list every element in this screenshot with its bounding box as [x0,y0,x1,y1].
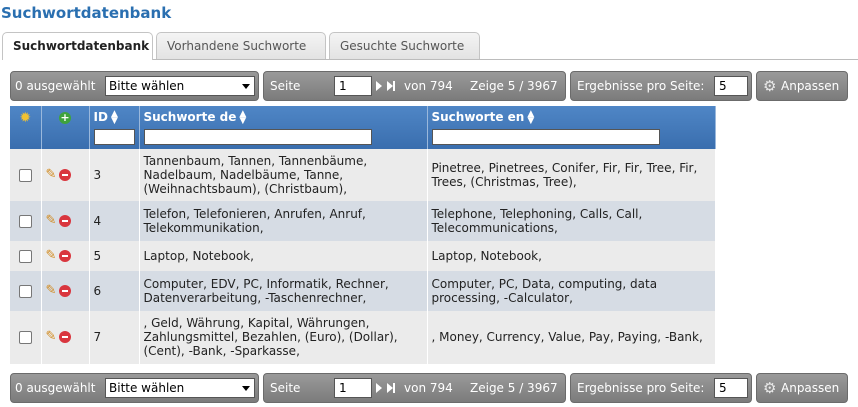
per-page-group: Ergebnisse pro Seite: 5 [570,373,752,403]
filter-en-input[interactable] [431,128,660,145]
table-row: ✎ 5 Laptop, Notebook, Laptop, Notebook, [10,240,716,271]
cell-de: Tannenbaum, Tannen, Tannenbäume, Nadelba… [139,148,428,201]
table-row: ✎ 3 Tannenbaum, Tannen, Tannenbäume, Nad… [10,148,716,201]
cell-en: Laptop, Notebook, [427,240,716,271]
tab-gesuchte-suchworte[interactable]: Gesuchte Suchworte [329,32,480,59]
bulk-action-select[interactable]: Bitte wählen [105,378,255,398]
row-checkbox[interactable] [18,284,32,298]
next-page-icon[interactable] [376,383,382,393]
pagination-group: Seite 1 von 794 Zeige 5 / 3967 [263,71,566,101]
cell-en: Computer, PC, Data, computing, data proc… [427,270,716,311]
page-title: Suchwortdatenbank [1,4,172,22]
gear-icon: ⚙ [763,379,777,397]
sort-icon[interactable]: ▲ ▼ [527,109,534,125]
bulk-action-value: Bitte wählen [109,79,185,93]
cell-de: , Geld, Währung, Kapital, Währungen, Zah… [139,310,428,364]
delete-icon[interactable] [59,168,72,181]
showing-count: Zeige 5 / 3967 [470,79,558,93]
pencil-icon[interactable]: ✎ [46,283,57,298]
customize-button[interactable]: ⚙ Anpassen [756,373,848,403]
delete-icon[interactable] [59,249,72,262]
cell-id: 6 [89,270,140,311]
filter-id-input[interactable] [93,128,135,145]
per-page-label: Ergebnisse pro Seite: [577,79,705,93]
pencil-icon[interactable]: ✎ [46,248,57,263]
last-page-bar-icon [393,383,395,393]
cell-de: Laptop, Notebook, [139,240,428,271]
bulk-action-group: 0 ausgewählt Bitte wählen [10,71,259,101]
row-checkbox[interactable] [18,331,32,344]
cell-de: Computer, EDV, PC, Informatik, Rechner, … [139,270,428,311]
delete-icon[interactable] [59,214,72,227]
total-pages: von 794 [404,79,453,93]
showing-count: Zeige 5 / 3967 [470,381,558,395]
header-id-label: ID [93,110,108,124]
per-page-label: Ergebnisse pro Seite: [577,381,705,395]
last-page-bar-icon [393,81,395,91]
cell-de: Telefon, Telefonieren, Anrufen, Anruf, T… [139,200,428,241]
table-header-row: ✹ + ID ▲ ▼ Suchworte de ▲ ▼ Suchworte en ▲ ▼ [10,106,716,149]
bulk-action-group: 0 ausgewählt Bitte wählen [10,373,259,403]
row-checkbox[interactable] [18,249,32,263]
filter-de-input[interactable] [143,128,372,145]
customize-button[interactable]: ⚙ Anpassen [756,71,848,101]
table-row: ✎ 4 Telefon, Telefonieren, Anrufen, Anru… [10,200,716,241]
header-de-label: Suchworte de [143,110,237,124]
chevron-down-icon [242,386,250,391]
per-page-group: Ergebnisse pro Seite: 5 [570,71,752,101]
selected-count: 0 ausgewählt [15,381,96,395]
header-en-label: Suchworte en [431,110,525,124]
chevron-down-icon [242,84,250,89]
cell-id: 7 [89,310,140,364]
row-checkbox[interactable] [18,168,32,182]
row-checkbox[interactable] [18,214,32,228]
total-pages: von 794 [404,381,453,395]
cell-id: 4 [89,200,140,241]
pencil-icon[interactable]: ✎ [46,330,57,344]
page-label: Seite [270,79,301,93]
tab-vorhandene-suchworte[interactable]: Vorhandene Suchworte [156,32,326,59]
next-page-icon[interactable] [376,81,382,91]
header-en[interactable]: Suchworte en ▲ ▼ [427,106,716,149]
search-term-table: ✹ + ID ▲ ▼ Suchworte de ▲ ▼ Suchworte en ▲ ▼ ✎… [10,106,716,364]
tab-suchwortdatenbank[interactable]: Suchwortdatenbank [2,32,153,60]
delete-icon[interactable] [59,284,72,297]
header-add[interactable]: + [41,106,90,149]
header-de[interactable]: Suchworte de ▲ ▼ [139,106,428,149]
sort-icon[interactable]: ▲ ▼ [111,109,118,125]
tab-bar: Suchwortdatenbank Vorhandene Suchworte G… [2,32,858,60]
customize-label: Anpassen [781,381,840,395]
add-icon: + [59,111,71,124]
page-input[interactable]: 1 [334,76,372,96]
table-row: ✎ 6 Computer, EDV, PC, Informatik, Rechn… [10,270,716,311]
header-select-all[interactable]: ✹ [10,106,42,149]
per-page-input[interactable]: 5 [714,76,748,96]
page-input[interactable]: 1 [334,378,372,398]
bulk-action-select[interactable]: Bitte wählen [105,76,255,96]
delete-icon[interactable] [59,331,72,344]
cell-en: Pinetree, Pinetrees, Conifer, Fir, Fir, … [427,148,716,201]
pagination-group: Seite 1 von 794 Zeige 5 / 3967 [263,373,566,403]
cell-en: Telephone, Telephoning, Calls, Call, Tel… [427,200,716,241]
selected-count: 0 ausgewählt [15,79,96,93]
page-label: Seite [270,381,301,395]
per-page-input[interactable]: 5 [714,378,748,398]
cell-en: , Money, Currency, Value, Pay, Paying, -… [427,310,716,364]
sort-icon[interactable]: ▲ ▼ [239,109,246,125]
bulk-action-value: Bitte wählen [109,381,185,395]
customize-label: Anpassen [781,79,840,93]
gear-icon: ⚙ [763,77,777,95]
header-id[interactable]: ID ▲ ▼ [89,106,140,149]
cell-id: 3 [89,148,140,201]
toolbar-bottom: 0 ausgewählt Bitte wählen Seite 1 von 79… [10,373,858,403]
pencil-icon[interactable]: ✎ [46,167,57,182]
pencil-icon[interactable]: ✎ [46,213,57,228]
table-row: ✎ 7 , Geld, Währung, Kapital, Währungen,… [10,310,716,364]
toolbar-top: 0 ausgewählt Bitte wählen Seite 1 von 79… [10,71,858,101]
cell-id: 5 [89,240,140,271]
sun-icon: ✹ [19,110,32,126]
